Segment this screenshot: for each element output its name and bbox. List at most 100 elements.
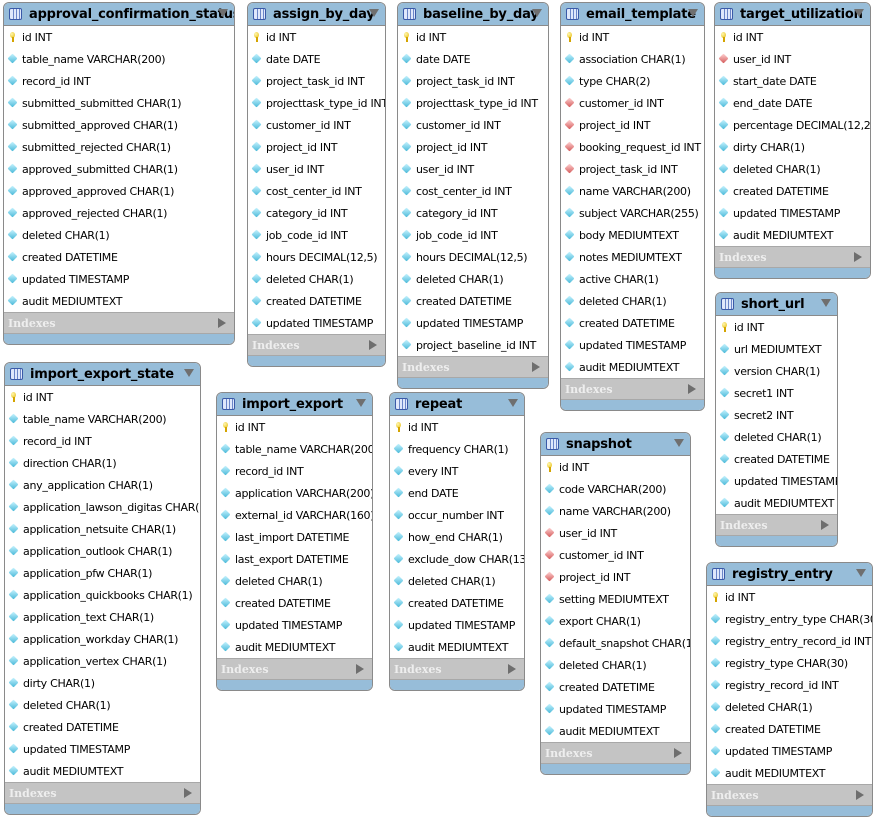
column-row[interactable]: booking_request_id INT <box>561 136 704 158</box>
column-row[interactable]: audit MEDIUMTEXT <box>217 636 372 658</box>
column-row[interactable]: external_id VARCHAR(160) <box>217 504 372 526</box>
column-row[interactable]: dirty CHAR(1) <box>5 672 200 694</box>
table-short-url[interactable]: short_url id INT url MEDIUMTEXT version CHA… <box>715 292 838 547</box>
column-row[interactable]: customer_id INT <box>541 544 690 566</box>
column-row[interactable]: updated TIMESTAMP <box>716 470 837 492</box>
indexes-section[interactable]: Indexes <box>707 784 872 806</box>
column-row[interactable]: hours DECIMAL(12,5) <box>398 246 548 268</box>
column-row[interactable]: table_name VARCHAR(200) <box>217 438 372 460</box>
column-row[interactable]: id INT <box>715 26 870 48</box>
column-row[interactable]: application_vertex CHAR(1) <box>5 650 200 672</box>
column-row[interactable]: updated TIMESTAMP <box>561 334 704 356</box>
indexes-section[interactable]: Indexes <box>5 782 200 804</box>
column-row[interactable]: updated TIMESTAMP <box>707 740 872 762</box>
collapse-arrow-icon[interactable] <box>356 399 366 407</box>
column-row[interactable]: id INT <box>398 26 548 48</box>
column-row[interactable]: user_id INT <box>541 522 690 544</box>
column-row[interactable]: approved_rejected CHAR(1) <box>4 202 234 224</box>
column-row[interactable]: created DATETIME <box>541 676 690 698</box>
column-row[interactable]: created DATETIME <box>390 592 524 614</box>
column-row[interactable]: application_quickbooks CHAR(1) <box>5 584 200 606</box>
column-row[interactable]: deleted CHAR(1) <box>541 654 690 676</box>
table-header[interactable]: target_utilization <box>715 3 870 26</box>
column-row[interactable]: registry_entry_type CHAR(30) <box>707 608 872 630</box>
column-row[interactable]: application_pfw CHAR(1) <box>5 562 200 584</box>
column-row[interactable]: id INT <box>248 26 385 48</box>
column-row[interactable]: id INT <box>4 26 234 48</box>
column-row[interactable]: deleted CHAR(1) <box>390 570 524 592</box>
column-row[interactable]: updated TIMESTAMP <box>248 312 385 334</box>
column-row[interactable]: application_netsuite CHAR(1) <box>5 518 200 540</box>
column-row[interactable]: hours DECIMAL(12,5) <box>248 246 385 268</box>
column-row[interactable]: submitted_rejected CHAR(1) <box>4 136 234 158</box>
column-row[interactable]: audit MEDIUMTEXT <box>707 762 872 784</box>
column-row[interactable]: audit MEDIUMTEXT <box>5 760 200 782</box>
column-row[interactable]: secret2 INT <box>716 404 837 426</box>
table-registry-entry[interactable]: registry_entry id INT registry_entry_type … <box>706 562 873 817</box>
column-row[interactable]: secret1 INT <box>716 382 837 404</box>
expand-arrow-icon[interactable] <box>856 790 864 800</box>
column-row[interactable]: approved_submitted CHAR(1) <box>4 158 234 180</box>
table-import-export-state[interactable]: import_export_state id INT table_name VARC… <box>4 362 201 815</box>
column-row[interactable]: deleted CHAR(1) <box>716 426 837 448</box>
expand-arrow-icon[interactable] <box>532 362 540 372</box>
column-row[interactable]: deleted CHAR(1) <box>561 290 704 312</box>
column-row[interactable]: job_code_id INT <box>398 224 548 246</box>
column-row[interactable]: created DATETIME <box>4 246 234 268</box>
column-row[interactable]: default_snapshot CHAR(1) <box>541 632 690 654</box>
expand-arrow-icon[interactable] <box>674 748 682 758</box>
column-row[interactable]: id INT <box>390 416 524 438</box>
column-row[interactable]: dirty CHAR(1) <box>715 136 870 158</box>
column-row[interactable]: audit MEDIUMTEXT <box>4 290 234 312</box>
table-header[interactable]: short_url <box>716 293 837 316</box>
column-row[interactable]: notes MEDIUMTEXT <box>561 246 704 268</box>
collapse-arrow-icon[interactable] <box>854 9 864 17</box>
expand-arrow-icon[interactable] <box>218 318 226 328</box>
column-row[interactable]: id INT <box>5 386 200 408</box>
column-row[interactable]: project_baseline_id INT <box>398 334 548 356</box>
table-header[interactable]: assign_by_day <box>248 3 385 26</box>
indexes-section[interactable]: Indexes <box>716 514 837 536</box>
column-row[interactable]: audit MEDIUMTEXT <box>715 224 870 246</box>
collapse-arrow-icon[interactable] <box>856 569 866 577</box>
column-row[interactable]: audit MEDIUMTEXT <box>716 492 837 514</box>
column-row[interactable]: date DATE <box>398 48 548 70</box>
column-row[interactable]: subject VARCHAR(255) <box>561 202 704 224</box>
column-row[interactable]: url MEDIUMTEXT <box>716 338 837 360</box>
column-row[interactable]: project_id INT <box>541 566 690 588</box>
column-row[interactable]: category_id INT <box>398 202 548 224</box>
column-row[interactable]: association CHAR(1) <box>561 48 704 70</box>
column-row[interactable]: deleted CHAR(1) <box>398 268 548 290</box>
column-row[interactable]: registry_type CHAR(30) <box>707 652 872 674</box>
column-row[interactable]: application_text CHAR(1) <box>5 606 200 628</box>
column-row[interactable]: customer_id INT <box>248 114 385 136</box>
column-row[interactable]: export CHAR(1) <box>541 610 690 632</box>
column-row[interactable]: deleted CHAR(1) <box>217 570 372 592</box>
column-row[interactable]: setting MEDIUMTEXT <box>541 588 690 610</box>
table-import-export[interactable]: import_export id INT table_name VARCHAR(20… <box>216 392 373 691</box>
column-row[interactable]: created DATETIME <box>5 716 200 738</box>
column-row[interactable]: submitted_approved CHAR(1) <box>4 114 234 136</box>
column-row[interactable]: occur_number INT <box>390 504 524 526</box>
column-row[interactable]: updated TIMESTAMP <box>715 202 870 224</box>
column-row[interactable]: type CHAR(2) <box>561 70 704 92</box>
column-row[interactable]: deleted CHAR(1) <box>715 158 870 180</box>
column-row[interactable]: frequency CHAR(1) <box>390 438 524 460</box>
column-row[interactable]: last_import DATETIME <box>217 526 372 548</box>
expand-arrow-icon[interactable] <box>356 664 364 674</box>
column-row[interactable]: updated TIMESTAMP <box>217 614 372 636</box>
table-header[interactable]: baseline_by_day <box>398 3 548 26</box>
column-row[interactable]: deleted CHAR(1) <box>5 694 200 716</box>
collapse-arrow-icon[interactable] <box>218 9 228 17</box>
column-row[interactable]: category_id INT <box>248 202 385 224</box>
column-row[interactable]: record_id INT <box>217 460 372 482</box>
column-row[interactable]: audit MEDIUMTEXT <box>561 356 704 378</box>
column-row[interactable]: exclude_dow CHAR(13) <box>390 548 524 570</box>
column-row[interactable]: application_workday CHAR(1) <box>5 628 200 650</box>
column-row[interactable]: version CHAR(1) <box>716 360 837 382</box>
column-row[interactable]: job_code_id INT <box>248 224 385 246</box>
column-row[interactable]: audit MEDIUMTEXT <box>390 636 524 658</box>
column-row[interactable]: registry_entry_record_id INT <box>707 630 872 652</box>
table-header[interactable]: snapshot <box>541 433 690 456</box>
table-header[interactable]: registry_entry <box>707 563 872 586</box>
